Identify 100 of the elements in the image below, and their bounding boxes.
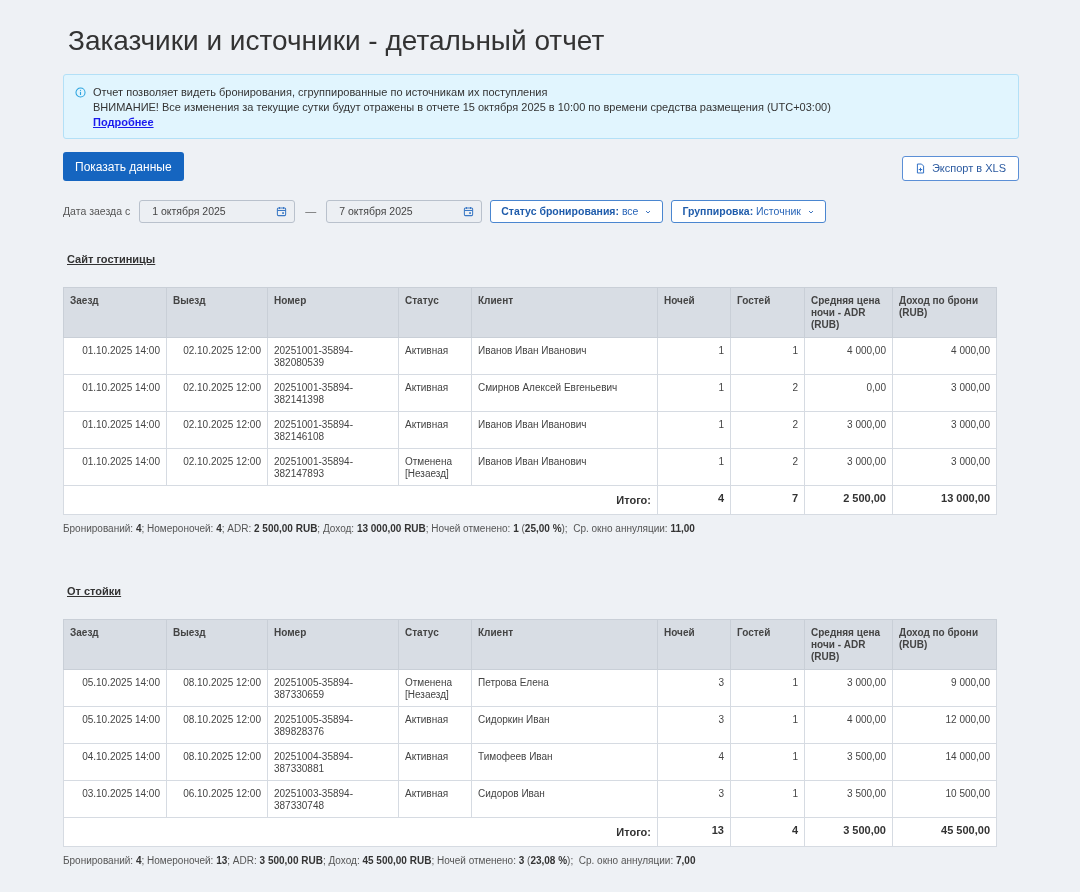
column-header: Ночей	[657, 287, 731, 338]
table-cell: 20251001-35894-382146108	[267, 411, 399, 449]
table-cell: 4 000,00	[804, 706, 893, 744]
table-cell: 02.10.2025 12:00	[166, 411, 268, 449]
table-cell: 1	[657, 337, 731, 375]
table-cell: 2	[730, 448, 805, 486]
table-cell: 14 000,00	[892, 743, 997, 781]
table-cell: 3	[657, 669, 731, 707]
table-cell: 3	[657, 780, 731, 818]
table-cell: 2	[730, 374, 805, 412]
table-cell: 01.10.2025 14:00	[63, 337, 167, 375]
column-header: Номер	[267, 287, 399, 338]
total-cell: 4	[657, 485, 731, 515]
table-cell: 3 000,00	[804, 448, 893, 486]
table-cell: 05.10.2025 14:00	[63, 669, 167, 707]
total-cell: 7	[730, 485, 805, 515]
table-cell: 20251001-35894-382080539	[267, 337, 399, 375]
filter-label: Дата заезда с	[63, 203, 131, 219]
table-cell: 06.10.2025 12:00	[166, 780, 268, 818]
table-cell: 04.10.2025 14:00	[63, 743, 167, 781]
table-cell: Активная	[398, 337, 472, 375]
table-cell: Сидоркин Иван	[471, 706, 658, 744]
table-cell: 02.10.2025 12:00	[166, 448, 268, 486]
range-separator: —	[305, 204, 317, 220]
table-cell: 1	[730, 743, 805, 781]
table-cell: 20251005-35894-389828376	[267, 706, 399, 744]
section-heading: От стойки	[66, 584, 123, 598]
column-header: Заезд	[63, 619, 167, 670]
table-cell: 3 500,00	[804, 743, 893, 781]
column-header: Средняя цена ночи - ADR (RUB)	[804, 619, 893, 670]
table-cell: 0,00	[804, 374, 893, 412]
filter-dropdown[interactable]: Статус бронирования: все	[490, 200, 664, 223]
column-header: Средняя цена ночи - ADR (RUB)	[804, 287, 893, 338]
total-cell: 13 000,00	[892, 485, 997, 515]
table-cell: 1	[657, 411, 731, 449]
table-cell: 3	[657, 706, 731, 744]
page-title: Заказчики и источники - детальный отчет	[68, 24, 606, 58]
table-cell: 02.10.2025 12:00	[166, 337, 268, 375]
table-cell: Петрова Елена	[471, 669, 658, 707]
table-cell: Отменена [Незаезд]	[398, 669, 472, 707]
table-cell: Активная	[398, 706, 472, 744]
table-cell: 08.10.2025 12:00	[166, 706, 268, 744]
summary-text: Бронирований: 4; Номероночей: 13; ADR: 3 500,00 RUB; Доход: 45 500,00 RUB; Ночей отменено: 3 (23,08 %); Ср. окно аннуляции: 7,00	[63, 854, 697, 867]
table-cell: 20251005-35894-387330659	[267, 669, 399, 707]
table-cell: 20251001-35894-382141398	[267, 374, 399, 412]
table-cell: 3 000,00	[804, 411, 893, 449]
table-cell: Активная	[398, 780, 472, 818]
table-cell: 10 500,00	[892, 780, 997, 818]
table-cell: 1	[730, 337, 805, 375]
more-link[interactable]: Подробнее	[93, 116, 154, 128]
table-cell: 1	[730, 669, 805, 707]
column-header: Выезд	[166, 619, 268, 670]
table-cell: Смирнов Алексей Евгеньевич	[471, 374, 658, 412]
column-header: Выезд	[166, 287, 268, 338]
table-cell: 05.10.2025 14:00	[63, 706, 167, 744]
total-label: Итого:	[63, 485, 658, 515]
column-header: Клиент	[471, 619, 658, 670]
total-cell: 3 500,00	[804, 817, 893, 847]
column-header: Ночей	[657, 619, 731, 670]
total-cell: 13	[657, 817, 731, 847]
date-field[interactable]: 1 октября 2025	[139, 200, 296, 223]
calendar-icon	[276, 206, 288, 217]
filter-dropdown[interactable]: Группировка: Источник	[671, 200, 826, 223]
date-field[interactable]: 7 октября 2025	[326, 200, 483, 223]
table-cell: 1	[657, 374, 731, 412]
table-cell: 3 000,00	[892, 411, 997, 449]
column-header: Номер	[267, 619, 399, 670]
section-heading: Сайт гостиницы	[66, 252, 157, 266]
info-text: ВНИМАНИЕ! Все изменения за текущие сутки будут отражены в отчете 15 октября 2025 в 10:00 по времени средства размещения (UTC+03:00)	[93, 100, 831, 115]
export-button[interactable]: Экспорт в XLS	[901, 156, 1019, 181]
total-cell: 4	[730, 817, 805, 847]
table-cell: Тимофеев Иван	[471, 743, 658, 781]
table-cell: Активная	[398, 374, 472, 412]
table-cell: 02.10.2025 12:00	[166, 374, 268, 412]
table-cell: Иванов Иван Иванович	[471, 448, 658, 486]
table-cell: 1	[730, 706, 805, 744]
table-cell: 3 000,00	[892, 374, 997, 412]
table-cell: Иванов Иван Иванович	[471, 411, 658, 449]
show-data-button[interactable]: Показать данные	[63, 152, 184, 181]
summary-text: Бронирований: 4; Номероночей: 4; ADR: 2 500,00 RUB; Доход: 13 000,00 RUB; Ночей отменено: 1 (25,00 %); Ср. окно аннуляции: 11,00	[63, 522, 696, 535]
table-cell: 01.10.2025 14:00	[63, 448, 167, 486]
table-cell: 08.10.2025 12:00	[166, 669, 268, 707]
table-cell: 1	[730, 780, 805, 818]
column-header: Доход по брони (RUB)	[892, 619, 997, 670]
column-header: Статус	[398, 287, 472, 338]
table-cell: 03.10.2025 14:00	[63, 780, 167, 818]
table-cell: 01.10.2025 14:00	[63, 374, 167, 412]
table-cell: 01.10.2025 14:00	[63, 411, 167, 449]
table-cell: Сидоров Иван	[471, 780, 658, 818]
table-cell: 08.10.2025 12:00	[166, 743, 268, 781]
table-cell: 12 000,00	[892, 706, 997, 744]
table-cell: 20251003-35894-387330748	[267, 780, 399, 818]
table-cell: 4 000,00	[892, 337, 997, 375]
column-header: Гостей	[730, 287, 805, 338]
table-cell: 20251004-35894-387330881	[267, 743, 399, 781]
file-icon	[914, 163, 926, 174]
table-cell: Отменена [Незаезд]	[398, 448, 472, 486]
table-cell: 3 500,00	[804, 780, 893, 818]
column-header: Гостей	[730, 619, 805, 670]
table-cell: 4 000,00	[804, 337, 893, 375]
